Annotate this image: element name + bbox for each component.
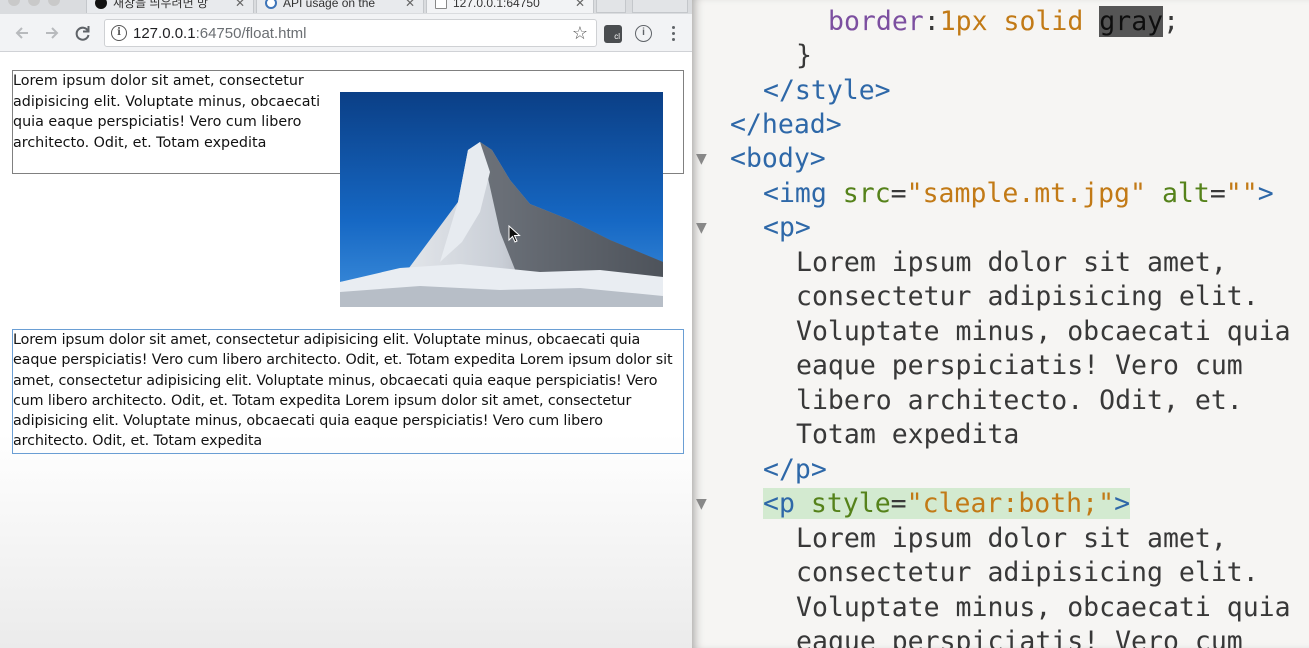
info-icon[interactable]: i xyxy=(635,25,652,42)
code-line-text: consectetur adipisicing elit. xyxy=(692,280,1309,314)
mouse-cursor-icon xyxy=(508,225,521,243)
text-content: eaque perspiciatis! Vero cum xyxy=(796,350,1243,381)
text-content: Voluptate minus, obcaecati quia xyxy=(796,592,1291,623)
alt-value: "" xyxy=(1225,178,1258,209)
tab-github[interactable]: 새창을 띄우려면 방 ✕ xyxy=(86,0,254,13)
triangle-down-icon[interactable]: ▼ xyxy=(696,142,707,176)
code-line-text: consectetur adipisicing elit. xyxy=(692,556,1309,590)
clear-paragraph-text: Lorem ipsum dolor sit amet, consectetur … xyxy=(13,332,673,450)
img-tag-close: > xyxy=(1257,178,1274,209)
github-icon xyxy=(95,0,107,9)
code-line-brace: } xyxy=(692,39,1309,73)
code-line-img: <img src="sample.mt.jpg" alt=""> xyxy=(692,177,1309,211)
kebab-menu-icon[interactable] xyxy=(668,22,678,44)
src-value: "sample.mt.jpg" xyxy=(906,178,1146,209)
code-line-head-close: </head> xyxy=(692,108,1309,142)
code-line-text: Voluptate minus, obcaecati quia xyxy=(692,591,1309,625)
body-open-tag: <body> xyxy=(730,143,826,174)
float-paragraph-text: Lorem ipsum dolor sit amet, consectetur … xyxy=(13,73,321,151)
alt-attribute: alt xyxy=(1161,178,1210,209)
css-keyword: solid xyxy=(1003,6,1084,37)
p-tag-close: > xyxy=(1114,488,1131,519)
code-line-p-close: </p> xyxy=(692,453,1309,487)
code-line-p-clear: ▼ <p style="clear:both;"> xyxy=(692,487,1309,521)
triangle-down-icon[interactable]: ▼ xyxy=(696,211,707,245)
code-line-text: Totam expedita xyxy=(692,418,1309,452)
code-colon: : xyxy=(923,6,940,37)
highlighted-element[interactable]: <p style="clear:both;"> xyxy=(763,488,1131,519)
reload-icon[interactable] xyxy=(73,23,93,43)
close-window-button[interactable] xyxy=(8,0,20,6)
tab-float-html[interactable]: 127.0.0.1:64750 ✕ xyxy=(426,0,594,13)
star-icon[interactable]: ☆ xyxy=(572,23,588,43)
text-content: libero architecto. Odit, et. xyxy=(796,385,1243,416)
p-tag-open: <p xyxy=(763,488,795,519)
style-close-tag: </style> xyxy=(763,75,891,106)
p-open-tag: <p> xyxy=(763,212,811,243)
code-semicolon: ; xyxy=(1163,6,1180,37)
browser-toolbar: i 127.0.0.1:64750/float.html ☆ cl i xyxy=(0,14,692,52)
arrow-left-icon[interactable] xyxy=(12,23,32,43)
page-icon xyxy=(435,0,447,9)
triangle-down-icon[interactable]: ▼ xyxy=(696,487,707,521)
code-line-text: eaque perspiciatis! Vero cum xyxy=(692,349,1309,383)
arrow-right-icon[interactable] xyxy=(42,23,62,43)
address-bar[interactable]: i 127.0.0.1:64750/float.html ☆ xyxy=(104,19,597,47)
tab-close-icon[interactable]: ✕ xyxy=(575,0,585,10)
text-content: Lorem ipsum dolor sit amet, xyxy=(796,523,1227,554)
img-tag-open: <img xyxy=(763,178,827,209)
p-close-tag: </p> xyxy=(763,454,827,485)
code-line-border: border:1px solid gray; xyxy=(692,5,1309,39)
tab-label: 127.0.0.1:64750 xyxy=(453,0,540,10)
css-property: border xyxy=(828,6,924,37)
code-line-style-close: </style> xyxy=(692,74,1309,108)
code-equals: = xyxy=(890,178,907,209)
code-line-text: Lorem ipsum dolor sit amet, xyxy=(692,246,1309,280)
extension-icon[interactable]: cl xyxy=(604,25,622,43)
src-attribute: src xyxy=(842,178,891,209)
text-content: Lorem ipsum dolor sit amet, xyxy=(796,247,1227,278)
code-equals: = xyxy=(1209,178,1226,209)
code-equals: = xyxy=(890,488,907,519)
code-line-text: Voluptate minus, obcaecati quia xyxy=(692,315,1309,349)
text-content: eaque perspiciatis! Vero cum xyxy=(796,626,1243,648)
code-line-body: ▼ <body> xyxy=(692,142,1309,176)
tab-close-icon[interactable]: ✕ xyxy=(405,0,415,10)
browser-window: 새창을 띄우려면 방 ✕ API usage on the ✕ 127.0.0.… xyxy=(0,0,692,648)
matterhorn-image xyxy=(340,92,663,307)
site-info-icon[interactable]: i xyxy=(111,25,127,41)
code-line-p-open: ▼ <p> xyxy=(692,211,1309,245)
new-tab-button[interactable] xyxy=(596,0,626,13)
url-text[interactable]: 127.0.0.1:64750/float.html xyxy=(133,25,306,42)
tab-caniuse[interactable]: API usage on the ✕ xyxy=(256,0,424,13)
text-content: consectetur adipisicing elit. xyxy=(796,557,1259,588)
style-value: "clear:both;" xyxy=(906,488,1115,519)
style-attribute: style xyxy=(810,488,891,519)
text-content: consectetur adipisicing elit. xyxy=(796,281,1259,312)
window-controls xyxy=(8,0,60,6)
code-line-text: libero architecto. Odit, et. xyxy=(692,384,1309,418)
profile-tab-area[interactable] xyxy=(632,0,688,13)
tab-label: API usage on the xyxy=(283,0,376,10)
tab-label: 새창을 띄우려면 방 xyxy=(113,0,208,10)
text-content: Voluptate minus, obcaecati quia xyxy=(796,316,1291,347)
code-line-text: eaque perspiciatis! Vero cum xyxy=(692,625,1309,648)
page-viewport: Lorem ipsum dolor sit amet, consectetur … xyxy=(0,53,692,648)
minimize-window-button[interactable] xyxy=(28,0,40,6)
code-editor[interactable]: border:1px solid gray; } </style> </head… xyxy=(692,0,1309,648)
css-number: 1px xyxy=(939,6,988,37)
zoom-window-button[interactable] xyxy=(48,0,60,6)
css-brace: } xyxy=(796,40,812,71)
tab-close-icon[interactable]: ✕ xyxy=(235,0,245,10)
text-content: Totam expedita xyxy=(796,419,1020,450)
selected-text[interactable]: gray xyxy=(1099,6,1164,37)
url-host: 127.0.0.1 xyxy=(133,25,196,42)
tab-strip: 새창을 띄우려면 방 ✕ API usage on the ✕ 127.0.0.… xyxy=(0,0,692,14)
code-line-text: Lorem ipsum dolor sit amet, xyxy=(692,522,1309,556)
url-path: :64750/float.html xyxy=(195,25,307,42)
head-close-tag: </head> xyxy=(730,109,842,140)
caniuse-icon xyxy=(265,0,277,9)
